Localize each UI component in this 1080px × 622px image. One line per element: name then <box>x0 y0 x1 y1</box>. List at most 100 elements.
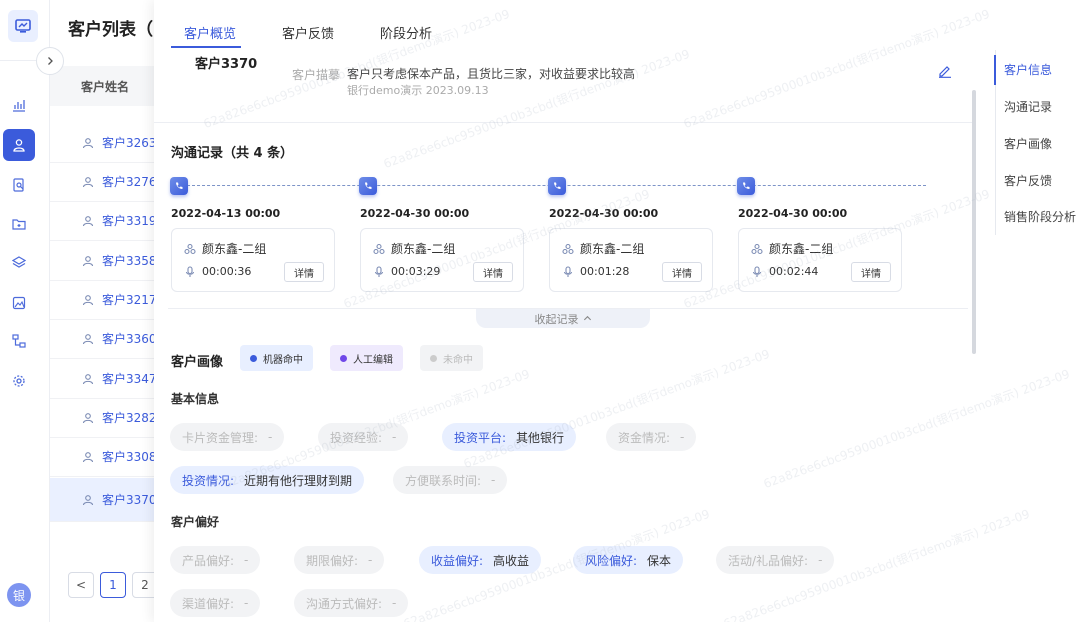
profile-tag[interactable]: 资金情况: - <box>606 423 697 451</box>
anchor-comm-records[interactable]: 沟通记录 <box>1004 98 1052 115</box>
anchor-customer-info[interactable]: 客户信息 <box>1004 61 1052 78</box>
gear-icon[interactable] <box>3 365 35 397</box>
legend-item: 机器命中 <box>240 345 313 371</box>
customer-link[interactable]: 客户3276 <box>102 173 157 190</box>
customer-link[interactable]: 客户3282 <box>102 409 157 426</box>
detail-button[interactable]: 详情 <box>284 262 324 282</box>
record-duration: 00:01:28 <box>580 265 630 278</box>
microphone-icon <box>752 265 762 277</box>
profile-tag[interactable]: 投资经验: - <box>318 423 409 451</box>
description-text: 客户只考虑保本产品，且货比三家，对收益要求比较高 <box>347 67 636 81</box>
anchor-portrait[interactable]: 客户画像 <box>1004 135 1052 152</box>
agent-icon <box>373 243 385 254</box>
tag-key: 期限偏好: <box>306 553 359 568</box>
user-icon <box>82 412 94 423</box>
customer-link[interactable]: 客户3360 <box>102 330 157 347</box>
profile-tag[interactable]: 沟通方式偏好: - <box>294 589 409 617</box>
detail-button[interactable]: 详情 <box>662 262 702 282</box>
profile-tag[interactable]: 方便联系时间: - <box>393 466 508 494</box>
tag-key: 资金情况: <box>618 430 671 445</box>
tab-stage-analysis[interactable]: 阶段分析 <box>380 23 432 42</box>
tag-key: 投资经验: <box>330 430 383 445</box>
record-card[interactable]: 颜东鑫-二组 00:01:28 详情 <box>549 228 713 292</box>
profile-tag[interactable]: 收益偏好: 高收益 <box>419 546 542 574</box>
prev-page-button[interactable]: < <box>68 572 94 598</box>
tag-key: 卡片资金管理: <box>182 430 259 445</box>
tag-value: - <box>818 553 823 567</box>
tab-feedback[interactable]: 客户反馈 <box>282 23 334 42</box>
legend-item: 人工编辑 <box>330 345 403 371</box>
scrollbar[interactable] <box>972 90 976 354</box>
dashboard-logo-icon[interactable] <box>8 10 38 42</box>
page-1-button[interactable]: 1 <box>100 572 126 598</box>
detail-button[interactable]: 详情 <box>851 262 891 282</box>
folder-icon[interactable] <box>3 208 35 240</box>
profile-tag[interactable]: 渠道偏好: - <box>170 589 261 617</box>
anchor-feedback[interactable]: 客户反馈 <box>1004 172 1052 189</box>
user-icon <box>82 137 94 148</box>
profile-tag[interactable]: 活动/礼品偏好: - <box>716 546 835 574</box>
detail-button[interactable]: 详情 <box>473 262 513 282</box>
tag-key: 沟通方式偏好: <box>306 596 383 611</box>
customer-link[interactable]: 客户3358 <box>102 252 157 269</box>
chevron-right-icon[interactable] <box>36 47 64 75</box>
agent-icon <box>751 243 763 254</box>
flow-icon[interactable] <box>3 325 35 357</box>
customer-link[interactable]: 客户3308 <box>102 448 157 465</box>
record-agent: 颜东鑫-二组 <box>580 242 645 256</box>
section-divider <box>154 122 974 123</box>
record-agent: 颜东鑫-二组 <box>202 242 267 256</box>
collapse-records-button[interactable]: 收起记录 <box>476 309 650 328</box>
legend-dot <box>340 354 347 362</box>
layers-icon[interactable] <box>3 247 35 279</box>
profile-tag[interactable]: 投资平台: 其他银行 <box>442 423 577 451</box>
customer-link[interactable]: 客户3370 <box>102 491 157 508</box>
edit-icon[interactable] <box>938 64 952 78</box>
legend-label: 人工编辑 <box>353 354 393 366</box>
customer-link[interactable]: 客户3263 <box>102 134 157 151</box>
record-card[interactable]: 颜东鑫-二组 00:03:29 详情 <box>360 228 524 292</box>
tag-key: 风险偏好: <box>585 553 638 568</box>
profile-tag[interactable]: 风险偏好: 保本 <box>573 546 684 574</box>
tab-overview[interactable]: 客户概览 <box>184 23 236 42</box>
image-icon[interactable] <box>3 287 35 319</box>
tag-value: - <box>244 553 249 567</box>
record-card[interactable]: 颜东鑫-二组 00:00:36 详情 <box>171 228 335 292</box>
anchor-active-indicator <box>994 55 996 85</box>
avatar[interactable]: 银 <box>7 583 31 607</box>
user-icon <box>82 333 94 344</box>
record-date: 2022-04-30 00:00 <box>360 207 470 220</box>
customer-detail-drawer: 客户概览 客户反馈 阶段分析 客户3370 客户描摹 客户只考虑保本产品，且货比… <box>154 0 1080 622</box>
tag-value: - <box>244 596 249 610</box>
tag-value: - <box>392 596 397 610</box>
overview-content: 客户3370 客户描摹 客户只考虑保本产品，且货比三家，对收益要求比较高 银行d… <box>154 50 980 622</box>
record-card[interactable]: 颜东鑫-二组 00:02:44 详情 <box>738 228 902 292</box>
customer-link[interactable]: 客户3319 <box>102 212 157 229</box>
tag-key: 投资平台: <box>454 430 507 445</box>
description-meta: 银行demo演示 2023.09.13 <box>347 84 489 97</box>
microphone-icon <box>563 265 573 277</box>
comm-records-title: 沟通记录（共 4 条） <box>171 146 294 161</box>
user-icon[interactable] <box>3 129 35 161</box>
tag-value: - <box>392 430 397 444</box>
legend-label: 未命中 <box>443 354 473 366</box>
legend-dot <box>250 354 257 362</box>
profile-tag[interactable]: 投资情况: 近期有他行理财到期 <box>170 466 365 494</box>
user-icon <box>82 176 94 187</box>
profile-tag[interactable]: 产品偏好: - <box>170 546 261 574</box>
tag-value: 近期有他行理财到期 <box>244 473 353 488</box>
chevron-up-icon <box>583 315 591 321</box>
customer-link[interactable]: 客户3217 <box>102 291 157 308</box>
description-label: 客户描摹 <box>292 68 341 82</box>
portrait-title: 客户画像 <box>171 355 224 370</box>
tag-value: - <box>491 473 496 487</box>
profile-tag[interactable]: 卡片资金管理: - <box>170 423 285 451</box>
customer-link[interactable]: 客户3347 <box>102 370 157 387</box>
legend-item: 未命中 <box>420 345 483 371</box>
agent-icon <box>562 243 574 254</box>
tag-key: 投资情况: <box>182 473 235 488</box>
doc-search-icon[interactable] <box>3 169 35 201</box>
profile-tag[interactable]: 期限偏好: - <box>294 546 385 574</box>
chart-icon[interactable] <box>3 89 35 121</box>
anchor-sales-stage[interactable]: 销售阶段分析 <box>1004 208 1076 225</box>
